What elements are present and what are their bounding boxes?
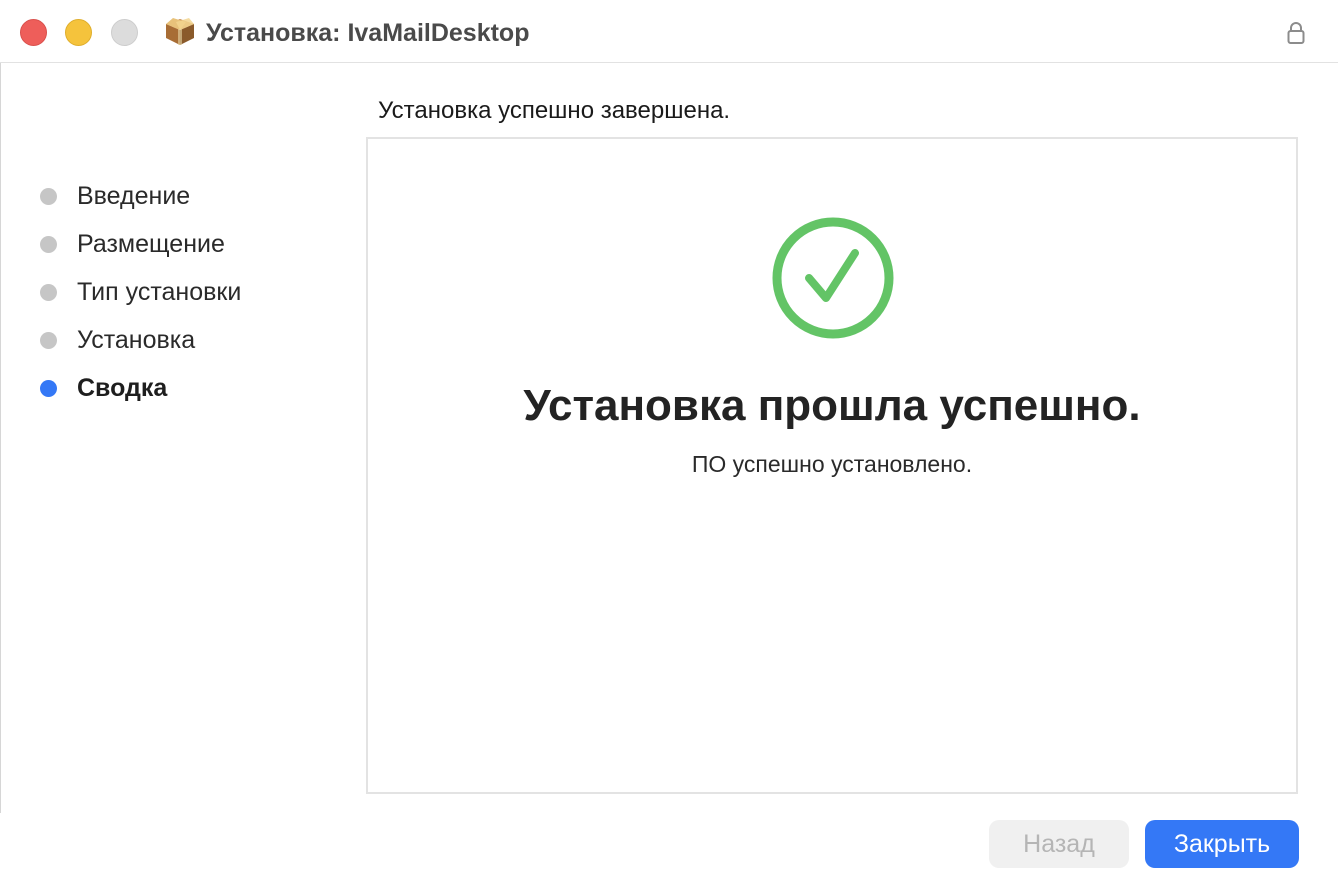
step-indicator-dot bbox=[40, 284, 57, 301]
step-label: Сводка bbox=[77, 374, 168, 402]
step-indicator-dot bbox=[40, 332, 57, 349]
checkmark-circle-icon bbox=[772, 217, 894, 339]
package-icon bbox=[166, 18, 194, 45]
zoom-window-button bbox=[111, 19, 138, 46]
window-title: Установка: IvaMailDesktop bbox=[206, 19, 530, 47]
step-summary: Сводка bbox=[0, 364, 340, 412]
success-title: Установка прошла успешно. bbox=[523, 381, 1141, 430]
installer-steps-list: Введение Размещение Тип установки Устано… bbox=[0, 172, 340, 412]
close-window-button[interactable] bbox=[20, 19, 47, 46]
section-header: Установка успешно завершена. bbox=[378, 97, 731, 124]
step-indicator-dot bbox=[40, 236, 57, 253]
step-indicator-dot bbox=[40, 188, 57, 205]
step-installation-type: Тип установки bbox=[0, 268, 340, 316]
step-label: Размещение bbox=[77, 230, 225, 258]
step-destination: Размещение bbox=[0, 220, 340, 268]
close-button[interactable]: Закрыть bbox=[1145, 820, 1299, 868]
success-subtitle: ПО успешно установлено. bbox=[691, 451, 973, 477]
step-introduction: Введение bbox=[0, 172, 340, 220]
step-indicator-dot-active bbox=[40, 380, 57, 397]
installer-window: Установка: IvaMailDesktop Введение Разме… bbox=[0, 0, 1338, 896]
title-bar[interactable]: Установка: IvaMailDesktop bbox=[0, 0, 1338, 63]
minimize-window-button[interactable] bbox=[65, 19, 92, 46]
step-label: Установка bbox=[77, 326, 196, 354]
lock-icon bbox=[1287, 22, 1305, 44]
back-button[interactable]: Назад bbox=[989, 820, 1129, 868]
step-label: Введение bbox=[77, 182, 191, 210]
step-installation: Установка bbox=[0, 316, 340, 364]
step-label: Тип установки bbox=[77, 278, 242, 306]
content-panel: Установка прошла успешно. ПО успешно уст… bbox=[366, 137, 1298, 794]
